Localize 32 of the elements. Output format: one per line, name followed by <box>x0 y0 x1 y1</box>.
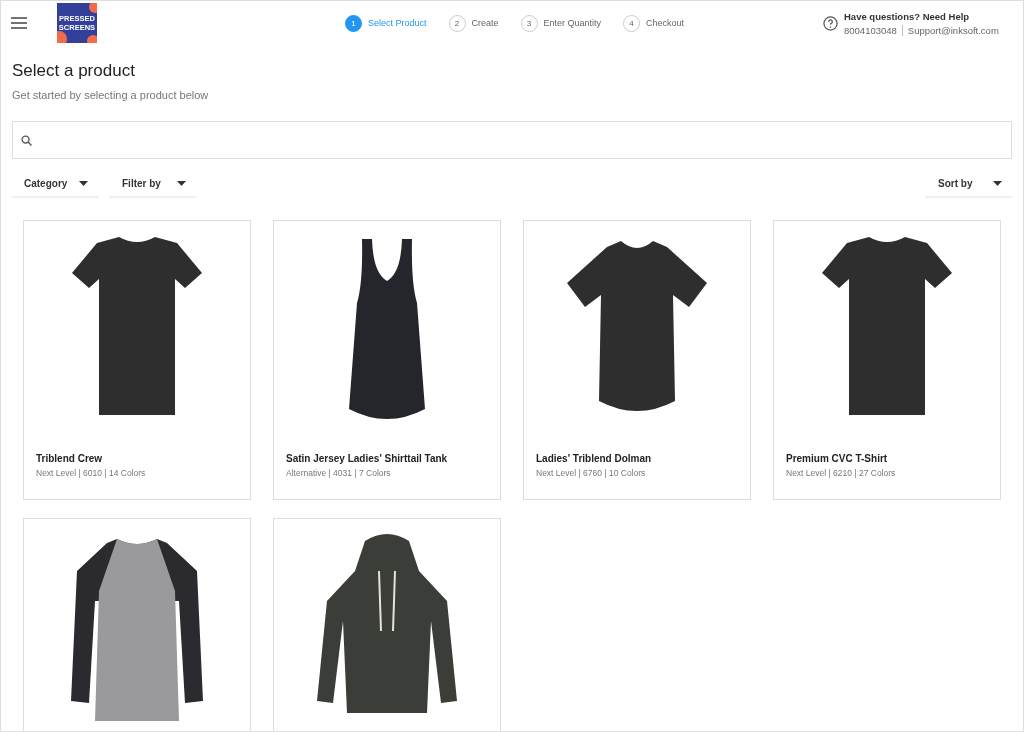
search-icon <box>21 134 32 146</box>
product-details: Next Level | 6760 | 10 Colors <box>536 468 647 478</box>
caret-icon <box>993 181 1002 186</box>
product-card[interactable]: Satin Jersey Ladies' Shirttail Tank Alternative | 4031 | 7 Colors <box>273 220 501 500</box>
filter-dropdown[interactable]: Category <box>12 171 98 197</box>
step-tab[interactable]: 3 Enter Quantity <box>520 14 602 32</box>
product-card[interactable] <box>23 518 251 731</box>
product-card[interactable]: Ladies' Triblend Dolman Next Level | 6760 | 10 Colors <box>523 220 751 500</box>
sort-dropdown[interactable]: Sort by <box>926 171 1012 197</box>
phone-number: 8004103048 <box>844 24 897 36</box>
product-card[interactable]: Triblend Crew Next Level | 6010 | 14 Colors <box>23 220 251 500</box>
help-icon <box>823 15 838 31</box>
product-name: Ladies' Triblend Dolman <box>536 453 653 464</box>
product-details: Next Level | 6010 | 14 Colors <box>36 468 147 478</box>
help-title: Have questions? Need Help <box>844 10 971 22</box>
page-subtitle: Get started by selecting a product below <box>12 89 210 101</box>
support-email[interactable]: Support@inksoft.com <box>907 24 999 36</box>
page-title: Select a product <box>12 61 136 81</box>
search-field[interactable] <box>12 121 1012 159</box>
caret-icon <box>79 181 88 186</box>
menu-icon[interactable] <box>11 17 27 29</box>
product-details: Alternative | 4031 | 7 Colors <box>286 468 392 478</box>
product-name: Premium CVC T-Shirt <box>786 453 889 464</box>
caret-icon <box>177 181 186 186</box>
step-tab[interactable]: 2 Create <box>448 14 499 32</box>
product-name: Triblend Crew <box>36 453 104 464</box>
product-name: Satin Jersey Ladies' Shirttail Tank <box>286 453 449 464</box>
product-card[interactable]: Premium CVC T-Shirt Next Level | 6210 | 27 Colors <box>773 220 1001 500</box>
step-tab[interactable]: 4 Checkout <box>623 14 685 32</box>
product-card[interactable] <box>273 518 501 731</box>
filter-dropdown[interactable]: Filter by <box>110 171 196 197</box>
product-details: Next Level | 6210 | 27 Colors <box>786 468 897 478</box>
